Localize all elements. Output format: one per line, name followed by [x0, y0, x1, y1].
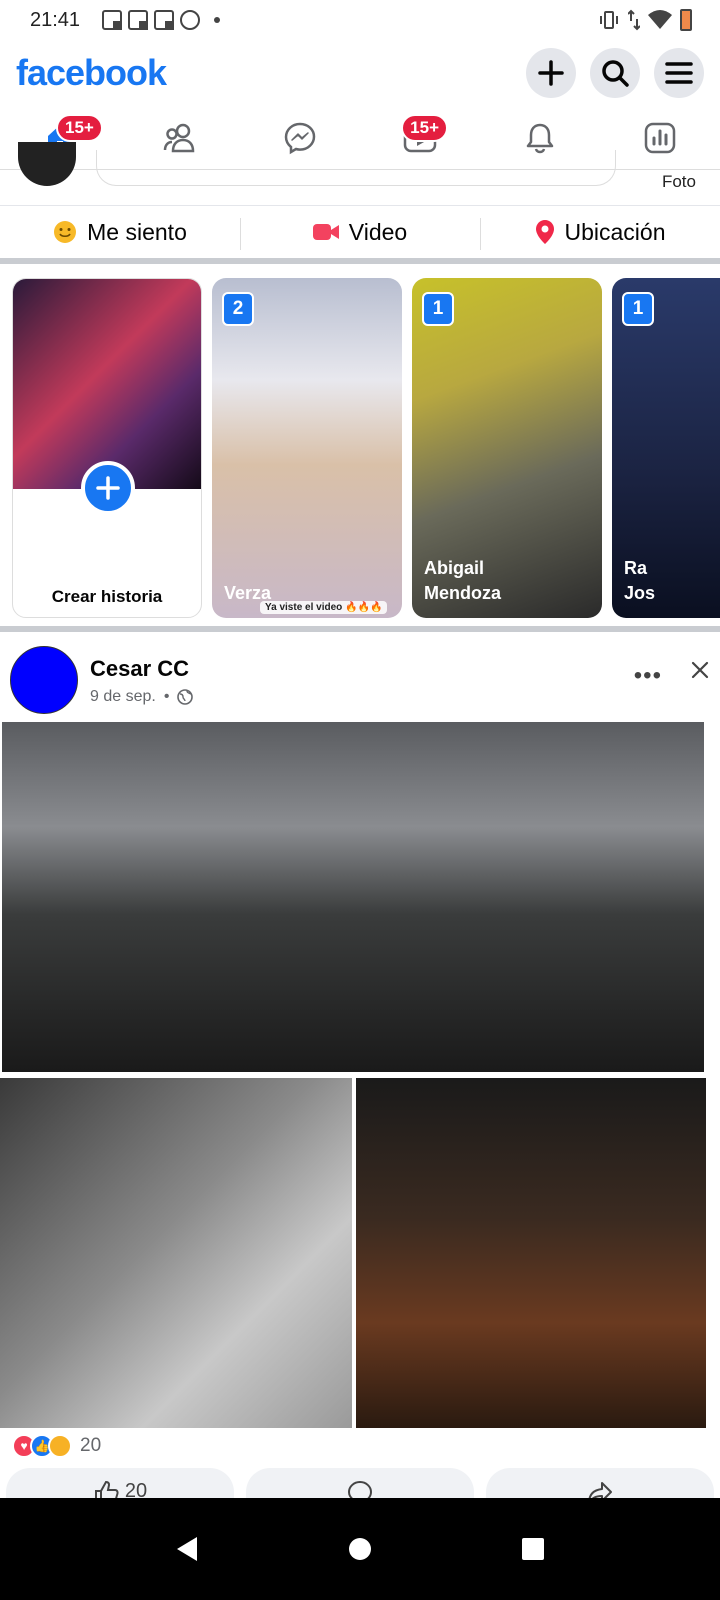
- post-author-name[interactable]: Cesar CC: [90, 656, 189, 682]
- care-reaction-icon: [48, 1434, 72, 1458]
- story-card[interactable]: 1 Ra Jos: [612, 278, 720, 618]
- feeling-button[interactable]: Me siento: [0, 206, 240, 258]
- plus-icon: [96, 476, 120, 500]
- user-avatar[interactable]: [18, 142, 76, 186]
- video-button[interactable]: Video: [240, 206, 480, 258]
- home-circle-icon[interactable]: [348, 1537, 372, 1561]
- more-options-icon[interactable]: •••: [634, 662, 662, 690]
- wifi-icon: [648, 10, 672, 29]
- system-navigation-bar: [0, 1498, 720, 1600]
- hamburger-menu-icon: [665, 62, 693, 84]
- add-story-button[interactable]: [81, 461, 135, 515]
- watch-notification-badge: 15+: [401, 114, 448, 142]
- post-photo-left[interactable]: [0, 1078, 352, 1428]
- facebook-notification-icon: [154, 10, 175, 30]
- location-pin-icon: [535, 220, 554, 244]
- story-card[interactable]: 2 Verza Ya viste el video 🔥🔥🔥: [212, 278, 402, 618]
- post-photo-right[interactable]: [356, 1078, 706, 1428]
- story-author-name: Ra Jos: [624, 558, 656, 603]
- composer-actions: Me siento Video Ubicación: [0, 206, 720, 264]
- video-label: Video: [348, 218, 408, 245]
- story-count-badge: 1: [622, 292, 654, 326]
- story-author-name: Abigail Mendoza: [424, 558, 502, 603]
- app-header: facebook: [0, 40, 720, 106]
- author-avatar[interactable]: [10, 646, 78, 714]
- create-button[interactable]: [526, 48, 576, 98]
- search-icon: [602, 60, 629, 87]
- plus-icon: [538, 60, 564, 86]
- story-sticker: Ya viste el video 🔥🔥🔥: [260, 601, 388, 614]
- story-card[interactable]: 1 Abigail Mendoza: [412, 278, 602, 618]
- search-button[interactable]: [590, 48, 640, 98]
- post-photo-main[interactable]: [2, 722, 704, 1072]
- meta-separator: •: [163, 688, 170, 705]
- recents-square-icon[interactable]: [521, 1537, 545, 1561]
- facebook-app-icon: [180, 10, 201, 30]
- create-story-card[interactable]: Crear historia: [12, 278, 202, 618]
- notification-icons: [102, 10, 221, 30]
- feeling-label: Me siento: [87, 218, 187, 245]
- back-icon[interactable]: [175, 1536, 199, 1562]
- post-date[interactable]: 9 de sep.: [90, 688, 156, 706]
- create-story-label: Crear historia: [51, 587, 163, 606]
- header-actions: [526, 48, 704, 98]
- smiley-icon: [54, 221, 77, 243]
- photo-label[interactable]: Foto: [662, 172, 696, 192]
- status-bar: 21:41: [0, 0, 720, 40]
- friends-icon: [163, 123, 195, 152]
- battery-icon: [680, 9, 692, 31]
- bell-icon: [526, 123, 554, 153]
- location-label: Ubicación: [564, 218, 666, 245]
- story-count-badge: 2: [222, 292, 254, 326]
- post-meta: 9 de sep. •: [90, 688, 194, 706]
- facebook-logo[interactable]: facebook: [16, 52, 167, 94]
- facebook-notification-icon: [128, 10, 149, 30]
- feed-post: Cesar CC 9 de sep. • ••• ♥ 👍 20 20: [0, 638, 720, 1508]
- globe-icon: [177, 689, 194, 705]
- dashboard-icon: [644, 122, 676, 153]
- video-camera-icon: [312, 224, 339, 240]
- more-notifications-icon: [214, 17, 221, 23]
- stories-tray: Crear historia 2 Verza Ya viste el video…: [0, 270, 720, 632]
- create-story-photo: [13, 279, 201, 489]
- data-arrows-icon: [628, 9, 640, 31]
- tab-dashboard[interactable]: [600, 106, 720, 169]
- vibrate-icon: [600, 11, 618, 29]
- post-header: Cesar CC 9 de sep. • •••: [10, 646, 710, 716]
- status-time: 21:41: [30, 8, 81, 31]
- story-count-badge: 1: [422, 292, 454, 326]
- composer: Foto: [0, 142, 720, 206]
- location-button[interactable]: Ubicación: [480, 206, 720, 258]
- close-icon[interactable]: [690, 660, 710, 680]
- facebook-notification-icon: [102, 10, 123, 30]
- reactions-summary[interactable]: ♥ 👍 20: [12, 1434, 101, 1458]
- composer-input[interactable]: [96, 150, 616, 186]
- menu-button[interactable]: [654, 48, 704, 98]
- system-icons: [598, 9, 692, 31]
- home-notification-badge: 15+: [56, 114, 103, 142]
- reaction-count: 20: [80, 1435, 102, 1456]
